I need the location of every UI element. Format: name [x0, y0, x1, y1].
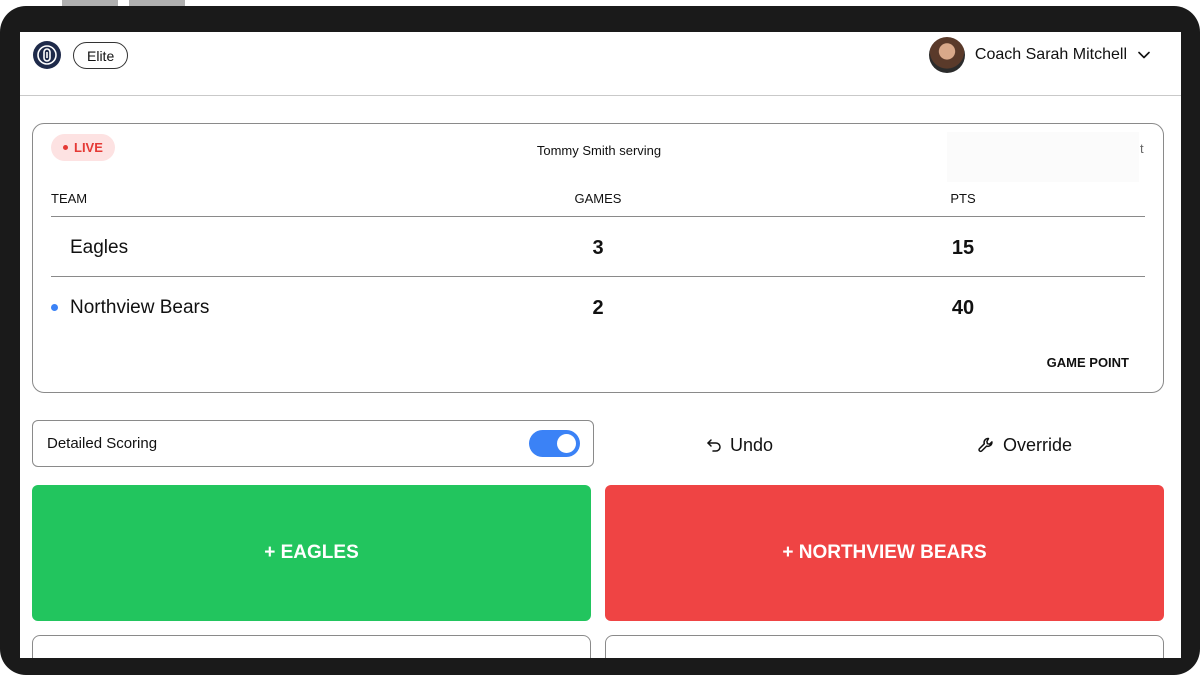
app-screen: Elite Coach Sarah Mitchell LIVE Tommy Sm… [20, 32, 1181, 658]
undo-icon [707, 439, 721, 452]
add-point-eagles-button[interactable]: + EAGLES [32, 485, 591, 621]
game-point-label: GAME POINT [1046, 355, 1129, 370]
team-name: Northview Bears [70, 297, 210, 318]
detailed-scoring-label: Detailed Scoring [47, 435, 158, 452]
faded-panel [947, 132, 1139, 182]
bottom-panel-left [32, 635, 591, 658]
column-header-points: PTS [950, 191, 976, 206]
wrench-icon [978, 437, 993, 453]
team-name: Eagles [70, 237, 129, 258]
bottom-panel-right [605, 635, 1164, 658]
tablet-frame: Elite Coach Sarah Mitchell LIVE Tommy Sm… [0, 6, 1200, 675]
app-logo-icon[interactable] [33, 41, 61, 69]
column-header-team: TEAM [51, 191, 88, 206]
detailed-scoring-toggle[interactable] [529, 430, 580, 457]
top-bar: Elite Coach Sarah Mitchell [20, 32, 1181, 96]
add-point-bears-button[interactable]: + NORTHVIEW BEARS [605, 485, 1164, 621]
row-divider [51, 276, 1145, 277]
chevron-down-icon [1138, 51, 1150, 59]
user-name: Coach Sarah Mitchell [974, 46, 1127, 63]
team-points: 40 [951, 297, 975, 319]
override-button[interactable]: Override [977, 433, 1072, 457]
team-games: 2 [592, 297, 604, 319]
toggle-knob [557, 434, 576, 453]
team-points: 15 [951, 237, 975, 259]
serving-indicator-icon [51, 304, 58, 311]
tier-badge[interactable]: Elite [73, 42, 129, 69]
header-divider [51, 216, 1145, 217]
scoreboard-card: LIVE Tommy Smith serving t TEAM GAMES PT… [32, 123, 1164, 393]
team-games: 3 [592, 237, 604, 259]
undo-label: Undo [730, 434, 774, 455]
undo-button[interactable]: Undo [706, 433, 773, 457]
detailed-scoring-row: Detailed Scoring [32, 420, 594, 467]
override-label: Override [1003, 434, 1073, 455]
column-header-games: GAMES [574, 191, 622, 206]
user-menu[interactable]: Coach Sarah Mitchell [928, 36, 1151, 74]
faded-text: t [1140, 141, 1144, 156]
avatar [928, 37, 965, 73]
